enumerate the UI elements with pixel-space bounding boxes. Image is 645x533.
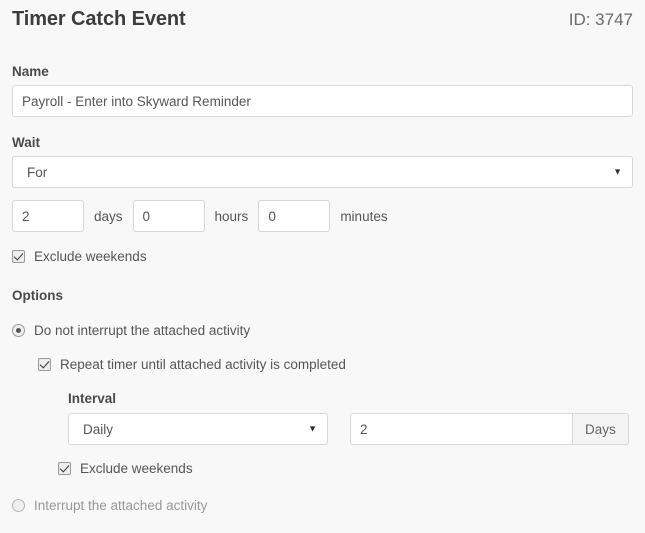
interval-amount-group: Days xyxy=(350,413,629,445)
wait-minutes-unit-label: minutes xyxy=(340,208,388,224)
page-title: Timer Catch Event xyxy=(12,8,186,30)
interval-exclude-weekends-label: Exclude weekends xyxy=(80,461,193,476)
interval-exclude-weekends-row[interactable]: Exclude weekends xyxy=(58,461,633,476)
chevron-down-icon: ▼ xyxy=(308,423,317,434)
interval-amount-unit-addon: Days xyxy=(573,413,629,445)
wait-days-input[interactable] xyxy=(12,200,84,232)
repeat-timer-row[interactable]: Repeat timer until attached activity is … xyxy=(38,357,633,372)
wait-hours-unit-label: hours xyxy=(214,208,249,224)
form-header: Timer Catch Event ID: 3747 xyxy=(12,0,633,44)
wait-duration-row: days hours minutes xyxy=(12,200,633,232)
wait-exclude-weekends-row[interactable]: Exclude weekends xyxy=(12,249,633,264)
options-label: Options xyxy=(12,288,63,303)
radio-interrupt-label: Interrupt the attached activity xyxy=(34,498,208,513)
wait-field-group: Wait For ▼ xyxy=(12,135,633,188)
wait-exclude-weekends-label: Exclude weekends xyxy=(34,249,147,264)
radio-do-not-interrupt-row[interactable]: Do not interrupt the attached activity xyxy=(12,323,633,338)
name-input[interactable] xyxy=(12,85,633,117)
interval-frequency-value: Daily xyxy=(83,421,114,437)
wait-days-unit-label: days xyxy=(94,208,123,224)
wait-mode-value: For xyxy=(27,164,48,180)
repeat-timer-checkbox[interactable] xyxy=(38,358,51,371)
radio-do-not-interrupt[interactable] xyxy=(12,324,25,337)
repeat-timer-label: Repeat timer until attached activity is … xyxy=(60,357,346,372)
chevron-down-icon: ▼ xyxy=(613,166,622,177)
wait-label: Wait xyxy=(12,135,40,150)
wait-mode-select[interactable]: For ▼ xyxy=(12,156,633,188)
interval-label: Interval xyxy=(68,391,117,406)
name-field-group: Name xyxy=(12,64,633,117)
wait-exclude-weekends-checkbox[interactable] xyxy=(12,250,25,263)
event-id-label: ID: 3747 xyxy=(568,10,633,29)
interval-amount-input[interactable] xyxy=(350,413,573,445)
timer-catch-event-form: Timer Catch Event ID: 3747 Name Wait For… xyxy=(0,0,645,533)
options-section: Options xyxy=(12,288,633,303)
name-label: Name xyxy=(12,64,49,79)
interval-group: Interval xyxy=(68,391,633,406)
interval-exclude-weekends-checkbox[interactable] xyxy=(58,462,71,475)
wait-minutes-input[interactable] xyxy=(258,200,331,232)
interval-controls-row: Daily ▼ Days xyxy=(68,413,633,445)
interval-frequency-select[interactable]: Daily ▼ xyxy=(68,413,328,445)
wait-hours-input[interactable] xyxy=(132,200,205,232)
radio-interrupt-row[interactable]: Interrupt the attached activity xyxy=(12,498,633,513)
radio-do-not-interrupt-label: Do not interrupt the attached activity xyxy=(34,323,251,338)
radio-interrupt[interactable] xyxy=(12,499,25,512)
